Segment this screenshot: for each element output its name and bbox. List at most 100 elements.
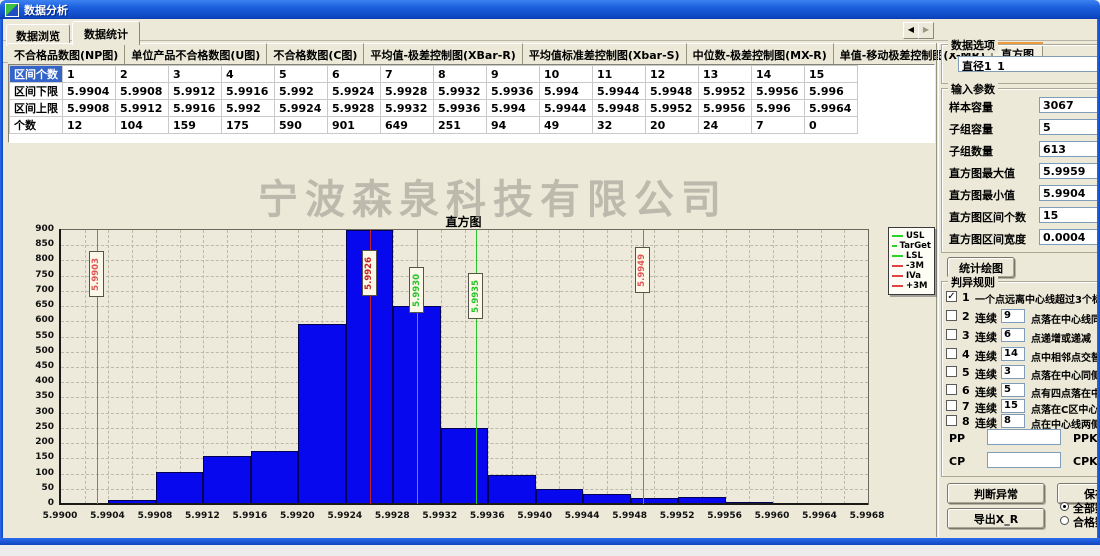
chart-tab-6[interactable]: 中位数-极差控制图(MX-R) — [687, 43, 834, 65]
all-data-radio[interactable] — [1060, 502, 1069, 511]
table-cell[interactable]: 4 — [222, 66, 275, 83]
chart-tab-1[interactable]: 不合格品数图(NP图) — [8, 43, 125, 65]
table-cell[interactable]: 5.9956 — [752, 83, 805, 100]
table-cell[interactable]: 5.9944 — [540, 100, 593, 117]
chart-tab-4[interactable]: 平均值-极差控制图(XBar-R) — [364, 43, 522, 65]
rule-count-input[interactable]: 15 — [1001, 399, 1025, 413]
param-input[interactable]: 15 — [1039, 207, 1097, 223]
table-cell[interactable]: 159 — [169, 117, 222, 134]
table-cell[interactable]: 13 — [699, 66, 752, 83]
table-cell[interactable]: 15 — [805, 66, 858, 83]
table-cell[interactable]: 5.9932 — [434, 83, 487, 100]
rule-checkbox-7[interactable] — [946, 400, 957, 411]
table-cell[interactable]: 5.9912 — [169, 83, 222, 100]
table-cell[interactable]: 5.9916 — [222, 83, 275, 100]
table-cell[interactable]: 901 — [328, 117, 381, 134]
table-cell[interactable]: 5.9944 — [593, 83, 646, 100]
table-cell[interactable]: 0 — [805, 117, 858, 134]
judge-anomaly-button[interactable]: 判断异常 — [947, 483, 1045, 504]
rule-checkbox-3[interactable] — [946, 329, 957, 340]
table-cell[interactable]: 5.996 — [752, 100, 805, 117]
param-input[interactable]: 5.9904 — [1039, 185, 1097, 201]
table-cell[interactable]: 5.9964 — [805, 100, 858, 117]
table-cell[interactable]: 14 — [752, 66, 805, 83]
data-option-list[interactable]: 直径1_1 — [958, 56, 1097, 72]
table-cell[interactable]: 5.994 — [540, 83, 593, 100]
cp-input[interactable] — [987, 452, 1061, 468]
rule-checkbox-1[interactable]: ✓ — [946, 291, 957, 302]
table-cell[interactable]: 5.9912 — [116, 100, 169, 117]
table-cell[interactable]: 5.9908 — [116, 83, 169, 100]
table-cell[interactable]: 9 — [487, 66, 540, 83]
table-cell[interactable]: 12 — [646, 66, 699, 83]
title-bar[interactable]: 数据分析 — [0, 0, 1100, 19]
table-cell[interactable]: 5.996 — [805, 83, 858, 100]
chart-tab-5[interactable]: 平均值标准差控制图(Xbar-S) — [523, 43, 687, 65]
row-header[interactable]: 区间个数 — [10, 66, 63, 83]
table-cell[interactable]: 49 — [540, 117, 593, 134]
table-cell[interactable]: 24 — [699, 117, 752, 134]
table-cell[interactable]: 20 — [646, 117, 699, 134]
row-header[interactable]: 个数 — [10, 117, 63, 134]
table-cell[interactable]: 5 — [275, 66, 328, 83]
table-cell[interactable]: 7 — [381, 66, 434, 83]
table-cell[interactable]: 5.9948 — [593, 100, 646, 117]
table-cell[interactable]: 175 — [222, 117, 275, 134]
rule-count-input[interactable]: 5 — [1001, 383, 1025, 397]
chart-tab-2[interactable]: 单位产品不合格数图(U图) — [125, 43, 267, 65]
table-cell[interactable]: 12 — [63, 117, 116, 134]
tab-scroll-left-icon[interactable]: ◀ — [903, 22, 919, 39]
rule-count-input[interactable]: 3 — [1001, 365, 1025, 379]
passed-data-radio[interactable] — [1060, 516, 1069, 525]
table-cell[interactable]: 5.9924 — [328, 83, 381, 100]
table-cell[interactable]: 590 — [275, 117, 328, 134]
param-input[interactable]: 613 — [1039, 141, 1097, 157]
table-cell[interactable]: 8 — [434, 66, 487, 83]
table-cell[interactable]: 5.992 — [222, 100, 275, 117]
table-cell[interactable]: 251 — [434, 117, 487, 134]
table-cell[interactable]: 5.992 — [275, 83, 328, 100]
table-cell[interactable]: 2 — [116, 66, 169, 83]
table-cell[interactable]: 5.9952 — [699, 83, 752, 100]
table-cell[interactable]: 649 — [381, 117, 434, 134]
table-cell[interactable]: 32 — [593, 117, 646, 134]
table-cell[interactable]: 5.9908 — [63, 100, 116, 117]
param-input[interactable]: 5.9959 — [1039, 163, 1097, 179]
pp-input[interactable] — [987, 429, 1061, 445]
rule-count-input[interactable]: 14 — [1001, 347, 1025, 361]
rule-count-input[interactable]: 6 — [1001, 328, 1025, 342]
export-xr-button[interactable]: 导出X_R — [947, 508, 1045, 529]
rule-checkbox-2[interactable] — [946, 310, 957, 321]
table-cell[interactable]: 5.9956 — [699, 100, 752, 117]
table-cell[interactable]: 5.9916 — [169, 100, 222, 117]
param-input[interactable]: 5 — [1039, 119, 1097, 135]
rule-count-input[interactable]: 8 — [1001, 414, 1025, 428]
table-cell[interactable]: 5.9936 — [434, 100, 487, 117]
table-cell[interactable]: 1 — [63, 66, 116, 83]
tab-scroll-right-icon[interactable]: ▶ — [918, 22, 934, 39]
table-cell[interactable]: 5.9904 — [63, 83, 116, 100]
table-cell[interactable]: 7 — [752, 117, 805, 134]
main-tab-2[interactable]: 数据统计 — [72, 21, 140, 45]
table-cell[interactable]: 10 — [540, 66, 593, 83]
table-cell[interactable]: 5.9936 — [487, 83, 540, 100]
rule-checkbox-6[interactable] — [946, 384, 957, 395]
table-cell[interactable]: 5.9948 — [646, 83, 699, 100]
table-cell[interactable]: 5.994 — [487, 100, 540, 117]
param-input[interactable]: 0.0004 — [1039, 229, 1097, 245]
rule-count-input[interactable]: 9 — [1001, 309, 1025, 323]
rule-checkbox-8[interactable] — [946, 415, 957, 426]
table-cell[interactable]: 5.9928 — [328, 100, 381, 117]
table-cell[interactable]: 5.9932 — [381, 100, 434, 117]
table-cell[interactable]: 5.9952 — [646, 100, 699, 117]
param-input[interactable]: 3067 — [1039, 97, 1097, 113]
row-header[interactable]: 区间上限 — [10, 100, 63, 117]
row-header[interactable]: 区间下限 — [10, 83, 63, 100]
table-cell[interactable]: 104 — [116, 117, 169, 134]
chart-tab-3[interactable]: 不合格数图(C图) — [267, 43, 364, 65]
table-cell[interactable]: 11 — [593, 66, 646, 83]
table-cell[interactable]: 3 — [169, 66, 222, 83]
table-cell[interactable]: 5.9924 — [275, 100, 328, 117]
rule-checkbox-5[interactable] — [946, 366, 957, 377]
table-cell[interactable]: 94 — [487, 117, 540, 134]
